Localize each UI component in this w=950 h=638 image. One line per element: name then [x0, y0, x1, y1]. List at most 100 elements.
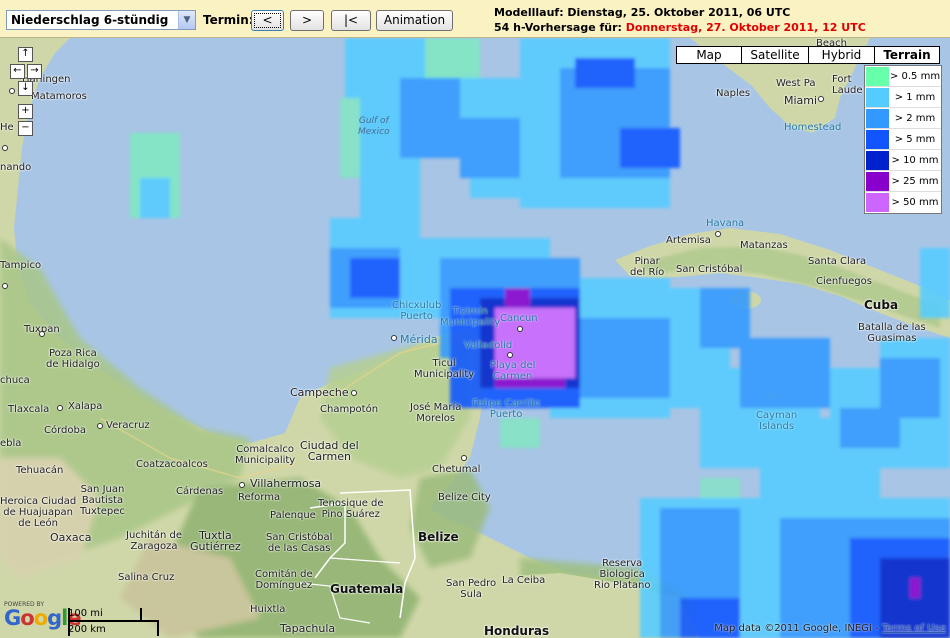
legend-swatch — [866, 150, 889, 170]
pan-left-icon[interactable]: ← — [10, 64, 25, 79]
place-tehuacan: Tehuacán — [16, 465, 64, 476]
pan-up-icon[interactable]: ↑ — [18, 47, 33, 62]
place-jose-maria: José María Morelos — [410, 402, 462, 424]
city-dot — [715, 231, 721, 237]
zoom-in-icon[interactable]: + — [18, 104, 33, 119]
map-type-map[interactable]: Map — [676, 46, 742, 64]
place-ebla: ebla — [0, 438, 22, 449]
legend-swatch — [866, 171, 889, 191]
place-chicxulub: Chicxulub Puerto — [392, 300, 442, 322]
zoom-out-icon[interactable]: − — [18, 121, 33, 136]
place-matanzas: Matanzas — [740, 240, 788, 251]
scale-miles: 100 mi — [68, 608, 103, 619]
place-havana: Havana — [706, 218, 745, 229]
legend-row: > 50 mm — [865, 192, 941, 213]
city-dot — [2, 283, 8, 289]
place-tenosique: Tenosique de Pino Suárez — [318, 498, 384, 520]
place-tuxtla: Tuxtla Gutiérrez — [190, 529, 241, 553]
termin-label: Termin: — [203, 13, 254, 27]
legend-label: > 25 mm — [891, 175, 939, 187]
place-cardenas: Cárdenas — [176, 486, 224, 497]
run-info: Modelllauf: Dienstag, 25. Oktober 2011, … — [494, 5, 866, 35]
precipitation-legend: > 0.5 mm > 1 mm > 2 mm > 5 mm > 10 mm > 25 mm… — [864, 65, 942, 214]
product-select-value: Niederschlag 6-stündig — [11, 13, 169, 27]
forecast-prefix: 54 h-Vorhersage für: — [494, 21, 622, 34]
scale-km: 200 km — [68, 624, 106, 635]
place-san-cristobal: San Cristóbal de las Casas — [266, 532, 333, 554]
place-champoton: Champotón — [320, 404, 379, 415]
city-dot — [507, 352, 513, 358]
place-cancun: Cancun — [500, 313, 538, 324]
place-miami: Miami — [784, 94, 818, 107]
place-playa: Playa del Carmen — [490, 360, 536, 382]
place-palenque: Palenque — [270, 510, 316, 521]
legend-label: > 5 mm — [894, 133, 936, 145]
map-type-hybrid[interactable]: Hybrid — [808, 46, 875, 64]
place-felipe: Felipe Carrillo Puerto — [472, 398, 541, 420]
place-tlaxcala: Tlaxcala — [8, 404, 50, 415]
place-nando: nando — [0, 162, 32, 173]
city-dot — [818, 96, 824, 102]
legend-swatch — [866, 129, 889, 149]
legend-swatch — [866, 193, 889, 212]
place-salina-cruz: Salina Cruz — [118, 572, 175, 583]
pan-right-icon[interactable]: → — [27, 64, 42, 79]
place-xalapa: Xalapa — [68, 401, 103, 412]
legend-swatch — [866, 87, 889, 107]
place-gulf: Gulf of Mexico — [358, 116, 390, 137]
place-veracruz: Veracruz — [106, 420, 150, 431]
city-dot — [351, 390, 357, 396]
place-belize: Belize — [418, 530, 459, 544]
place-san-pedro: San Pedro Sula — [446, 578, 497, 600]
city-dot — [39, 331, 45, 337]
place-coatzacoalcos: Coatzacoalcos — [136, 459, 208, 470]
legend-swatch — [866, 108, 889, 128]
place-juchitan: Juchitán de Zaragoza — [126, 530, 182, 552]
place-chuca: chuca — [0, 375, 30, 386]
place-naples: Naples — [716, 88, 751, 99]
next-step-button[interactable]: > — [290, 10, 324, 31]
place-san-cristobal-cu: San Cristóbal — [676, 264, 743, 275]
place-batalla: Batalla de las Guasimas — [858, 322, 926, 344]
forecast-line: 54 h-Vorhersage für: Donnerstag, 27. Okt… — [494, 20, 866, 35]
previous-step-button[interactable]: < — [251, 10, 284, 31]
place-santa-clara: Santa Clara — [808, 256, 867, 267]
place-he: He — [0, 122, 14, 133]
place-merida: Mérida — [400, 333, 438, 346]
place-comalcalco: Comalcalco Municipality — [235, 444, 296, 466]
place-cordoba: Córdoba — [44, 425, 86, 436]
map-type-terrain[interactable]: Terrain — [874, 46, 940, 64]
place-homestead: Homestead — [784, 122, 842, 133]
place-reforma: Reforma — [238, 492, 281, 503]
map-copyright: Map data ©2011 Google, INEGI - Terms of … — [714, 623, 946, 634]
first-step-button[interactable]: |< — [331, 10, 371, 31]
copyright-text: Map data ©2011 Google, INEGI - — [714, 623, 882, 634]
city-dot — [57, 405, 63, 411]
product-select[interactable]: Niederschlag 6-stündig ▼ — [6, 10, 196, 30]
place-matamoros: Matamoros — [31, 91, 87, 102]
legend-row: > 0.5 mm — [865, 66, 941, 87]
place-cienfuegos: Cienfuegos — [816, 276, 872, 287]
place-pinar: Pinar del Río — [630, 256, 665, 278]
place-artemisa: Artemisa — [666, 235, 711, 246]
legend-swatch — [866, 66, 889, 86]
city-dot — [461, 455, 467, 461]
legend-row: > 5 mm — [865, 129, 941, 150]
place-poza-rica: Poza Rica de Hidalgo — [46, 348, 100, 370]
forecast-date: Donnerstag, 27. Oktober 2011, 12 UTC — [625, 21, 866, 34]
place-valladolid: Valladolid — [464, 340, 513, 351]
map-type-satellite[interactable]: Satellite — [741, 46, 809, 64]
legend-row: > 10 mm — [865, 150, 941, 171]
place-west-palm: West Pa — [776, 78, 816, 89]
terms-of-use-link[interactable]: Terms of Use — [882, 623, 946, 634]
animation-button[interactable]: Animation — [376, 10, 453, 31]
place-honduras: Honduras — [484, 624, 550, 638]
chevron-down-icon[interactable]: ▼ — [178, 11, 195, 29]
place-la-ceiba: La Ceiba — [502, 575, 546, 586]
place-villahermosa: Villahermosa — [250, 477, 322, 490]
pan-down-icon[interactable]: ↓ — [18, 81, 33, 96]
legend-label: > 10 mm — [891, 154, 939, 166]
city-dot — [239, 482, 245, 488]
map-canvas[interactable]: Harlingen Matamoros He nando Gulf of Mex… — [0, 38, 950, 638]
map-type-control: Map Satellite Hybrid Terrain — [676, 46, 940, 64]
